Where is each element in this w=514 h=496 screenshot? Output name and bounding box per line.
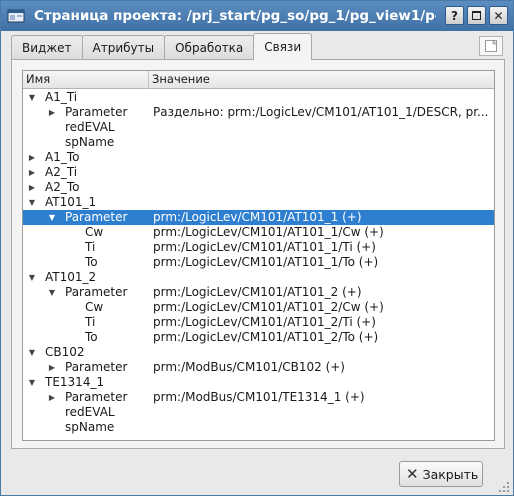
tree-row[interactable]: ▼ Parameter prm:/LogicLev/CM101/AT101_1 (+… bbox=[23, 210, 494, 225]
tree-row-name: A2_To bbox=[45, 180, 80, 194]
close-icon: ✕ bbox=[406, 465, 419, 483]
tree-row[interactable]: ▼ CB102 bbox=[23, 345, 494, 360]
links-tab-panel: Имя Значение ▼ A1_Ti ▶ Parameter Раздельно: … bbox=[11, 59, 505, 449]
tree-row[interactable]: redEVAL bbox=[23, 405, 494, 420]
tree-row-name: Cw bbox=[85, 300, 104, 314]
tree-row-value: prm:/ModBus/CM101/CB102 (+) bbox=[153, 360, 345, 374]
tree-row[interactable]: To prm:/LogicLev/CM101/AT101_2/To (+) bbox=[23, 330, 494, 345]
tab-links[interactable]: Связи bbox=[253, 33, 313, 60]
tab-corner-button[interactable] bbox=[479, 36, 503, 56]
window-title: Страница проекта: /prj_start/pg_so/pg_1/… bbox=[34, 8, 436, 24]
tree-row-name: Parameter bbox=[65, 360, 128, 374]
tree-row-value: prm:/LogicLev/CM101/AT101_1/To (+) bbox=[153, 255, 379, 269]
tree-row-value: prm:/LogicLev/CM101/AT101_2 (+) bbox=[153, 285, 362, 299]
tab-processing[interactable]: Обработка bbox=[164, 35, 255, 60]
title-bar[interactable]: Страница проекта: /prj_start/pg_so/pg_1/… bbox=[1, 1, 513, 31]
tree-rows: ▼ A1_Ti ▶ Parameter Раздельно: prm:/LogicLev… bbox=[23, 90, 494, 435]
tree-row[interactable]: spName bbox=[23, 135, 494, 150]
expanded-arrow-icon[interactable]: ▼ bbox=[27, 90, 37, 105]
collapsed-arrow-icon[interactable]: ▶ bbox=[47, 390, 57, 405]
tree-row-value: prm:/LogicLev/CM101/AT101_1 (+) bbox=[153, 210, 362, 224]
tree-row-name: Ti bbox=[85, 240, 96, 254]
page-icon bbox=[485, 39, 498, 52]
maximize-icon bbox=[472, 11, 481, 20]
tree-row-name: To bbox=[85, 330, 98, 344]
tree-row[interactable]: ▼ AT101_1 bbox=[23, 195, 494, 210]
tree-row-name: Parameter bbox=[65, 285, 128, 299]
tree-row-value: prm:/ModBus/CM101/TE1314_1 (+) bbox=[153, 390, 365, 404]
tree-row-name: AT101_1 bbox=[45, 195, 97, 209]
tab-bar: Виджет Атрибуты Обработка Связи bbox=[11, 33, 313, 60]
tree-row[interactable]: redEVAL bbox=[23, 120, 494, 135]
tree-row[interactable]: ▼ A1_Ti bbox=[23, 90, 494, 105]
window-app-icon bbox=[7, 8, 25, 24]
tree-row[interactable]: ▶ A2_Ti bbox=[23, 165, 494, 180]
expanded-arrow-icon[interactable]: ▼ bbox=[27, 345, 37, 360]
tree-row-name: TE1314_1 bbox=[45, 375, 105, 389]
collapsed-arrow-icon[interactable]: ▶ bbox=[27, 150, 37, 165]
tree-row[interactable]: Cw prm:/LogicLev/CM101/AT101_1/Cw (+) bbox=[23, 225, 494, 240]
close-button-label: Закрыть bbox=[422, 466, 479, 482]
tree-row[interactable]: Ti prm:/LogicLev/CM101/AT101_1/Ti (+) bbox=[23, 240, 494, 255]
column-header-name[interactable]: Имя bbox=[23, 71, 149, 89]
tab-widget[interactable]: Виджет bbox=[11, 35, 83, 60]
tree-row-value: prm:/LogicLev/CM101/AT101_1/Ti (+) bbox=[153, 240, 376, 254]
tree-row[interactable]: ▼ TE1314_1 bbox=[23, 375, 494, 390]
tree-row-name: redEVAL bbox=[65, 405, 115, 419]
tree-row-name: Parameter bbox=[65, 210, 128, 224]
tree-row[interactable]: ▼ Parameter prm:/LogicLev/CM101/AT101_2 (+… bbox=[23, 285, 494, 300]
tree-row[interactable]: ▶ Parameter prm:/ModBus/CM101/TE1314_1 (+) bbox=[23, 390, 494, 405]
help-button[interactable]: ? bbox=[445, 6, 464, 25]
expanded-arrow-icon[interactable]: ▼ bbox=[47, 285, 57, 300]
tree-row[interactable]: ▶ A1_To bbox=[23, 150, 494, 165]
expanded-arrow-icon[interactable]: ▼ bbox=[27, 195, 37, 210]
tree-row-name: Ti bbox=[85, 315, 96, 329]
tree-row-value: Раздельно: prm:/LogicLev/CM101/AT101_1/D… bbox=[153, 105, 489, 119]
tab-attributes[interactable]: Атрибуты bbox=[81, 35, 166, 60]
tree-row-name: Parameter bbox=[65, 390, 128, 404]
tree-row[interactable]: ▶ Parameter Раздельно: prm:/LogicLev/CM101… bbox=[23, 105, 494, 120]
collapsed-arrow-icon[interactable]: ▶ bbox=[47, 360, 57, 375]
maximize-button[interactable] bbox=[467, 6, 486, 25]
tree-row-name: A1_To bbox=[45, 150, 80, 164]
project-page-dialog: Страница проекта: /prj_start/pg_so/pg_1/… bbox=[0, 0, 514, 496]
tree-row-value: prm:/LogicLev/CM101/AT101_2/Cw (+) bbox=[153, 300, 384, 314]
collapsed-arrow-icon[interactable]: ▶ bbox=[47, 105, 57, 120]
tree-row-name: Cw bbox=[85, 225, 104, 239]
tree-row-value: prm:/LogicLev/CM101/AT101_2/To (+) bbox=[153, 330, 379, 344]
tree-row[interactable]: spName bbox=[23, 420, 494, 435]
tree-row-name: spName bbox=[65, 135, 115, 149]
tree-row[interactable]: Ti prm:/LogicLev/CM101/AT101_2/Ti (+) bbox=[23, 315, 494, 330]
links-tree[interactable]: Имя Значение ▼ A1_Ti ▶ Parameter Раздельно: … bbox=[22, 70, 495, 441]
tree-row-name: Parameter bbox=[65, 105, 128, 119]
tree-row-name: A1_Ti bbox=[45, 90, 78, 104]
tree-row-name: A2_Ti bbox=[45, 165, 78, 179]
tree-row[interactable]: ▶ Parameter prm:/ModBus/CM101/CB102 (+) bbox=[23, 360, 494, 375]
resize-grip-icon[interactable] bbox=[498, 481, 510, 493]
expanded-arrow-icon[interactable]: ▼ bbox=[47, 210, 57, 225]
tree-row-name: spName bbox=[65, 420, 115, 434]
tree-row-value: prm:/LogicLev/CM101/AT101_1/Cw (+) bbox=[153, 225, 384, 239]
tree-row-name: CB102 bbox=[45, 345, 85, 359]
tree-row[interactable]: ▼ AT101_2 bbox=[23, 270, 494, 285]
expanded-arrow-icon[interactable]: ▼ bbox=[27, 270, 37, 285]
column-header-value[interactable]: Значение bbox=[149, 71, 494, 89]
tree-row[interactable]: ▶ A2_To bbox=[23, 180, 494, 195]
tree-row-name: redEVAL bbox=[65, 120, 115, 134]
collapsed-arrow-icon[interactable]: ▶ bbox=[27, 180, 37, 195]
tree-row-value: prm:/LogicLev/CM101/AT101_2/Ti (+) bbox=[153, 315, 376, 329]
tree-row-name: To bbox=[85, 255, 98, 269]
tree-row[interactable]: To prm:/LogicLev/CM101/AT101_1/To (+) bbox=[23, 255, 494, 270]
tree-row-name: AT101_2 bbox=[45, 270, 97, 284]
close-button[interactable]: ✕ Закрыть bbox=[399, 461, 483, 487]
tree-row[interactable]: Cw prm:/LogicLev/CM101/AT101_2/Cw (+) bbox=[23, 300, 494, 315]
expanded-arrow-icon[interactable]: ▼ bbox=[27, 375, 37, 390]
close-window-button[interactable]: ✕ bbox=[489, 6, 508, 25]
tree-header: Имя Значение bbox=[23, 71, 494, 89]
collapsed-arrow-icon[interactable]: ▶ bbox=[27, 165, 37, 180]
